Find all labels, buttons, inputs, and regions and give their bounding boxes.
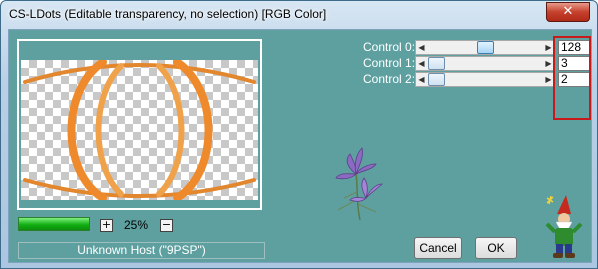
close-icon: ✕ [562, 4, 574, 19]
window-title: CS-LDots (Editable transparency, no sele… [9, 7, 327, 21]
preview-frame [17, 39, 262, 210]
arc-top [23, 63, 256, 84]
dialog-window: CS-LDots (Editable transparency, no sele… [0, 0, 598, 269]
dialog-body: + 25% − Unknown Host ("9PSP") Control 0:… [8, 29, 592, 263]
highlight-box [553, 36, 591, 120]
zoom-out-button[interactable]: − [160, 219, 173, 232]
arc-bottom [23, 178, 256, 198]
slider-thumb[interactable] [428, 57, 445, 70]
progress-bar [18, 217, 90, 231]
plus-icon: + [101, 218, 112, 231]
minus-icon: − [161, 218, 172, 231]
close-button[interactable]: ✕ [546, 2, 590, 22]
arrow-left-icon[interactable]: ◀ [416, 41, 427, 54]
arrow-left-icon[interactable]: ◀ [416, 73, 427, 86]
control-1-label: Control 1: [363, 56, 416, 70]
gnome-mascot-icon [545, 195, 583, 258]
zoom-level: 25% [124, 218, 149, 232]
preview-artwork [23, 60, 256, 200]
control-0-slider[interactable]: ◀ ▶ [415, 40, 555, 55]
cancel-button[interactable]: Cancel [414, 237, 462, 259]
slider-thumb[interactable] [477, 41, 494, 54]
control-2-label: Control 2: [363, 72, 416, 86]
arc-left-inner [95, 63, 124, 197]
control-1-slider[interactable]: ◀ ▶ [415, 56, 555, 71]
control-0-label: Control 0: [363, 40, 416, 54]
arc-right-inner [156, 63, 185, 197]
title-bar[interactable]: CS-LDots (Editable transparency, no sele… [1, 1, 597, 29]
zoom-in-button[interactable]: + [100, 219, 113, 232]
flower-decoration [335, 147, 383, 221]
status-bar: Unknown Host ("9PSP") [18, 242, 265, 259]
ok-button[interactable]: OK [475, 237, 517, 259]
slider-thumb[interactable] [428, 73, 445, 86]
preview-image [21, 60, 258, 200]
arrow-left-icon[interactable]: ◀ [416, 57, 427, 70]
control-2-slider[interactable]: ◀ ▶ [415, 72, 555, 87]
